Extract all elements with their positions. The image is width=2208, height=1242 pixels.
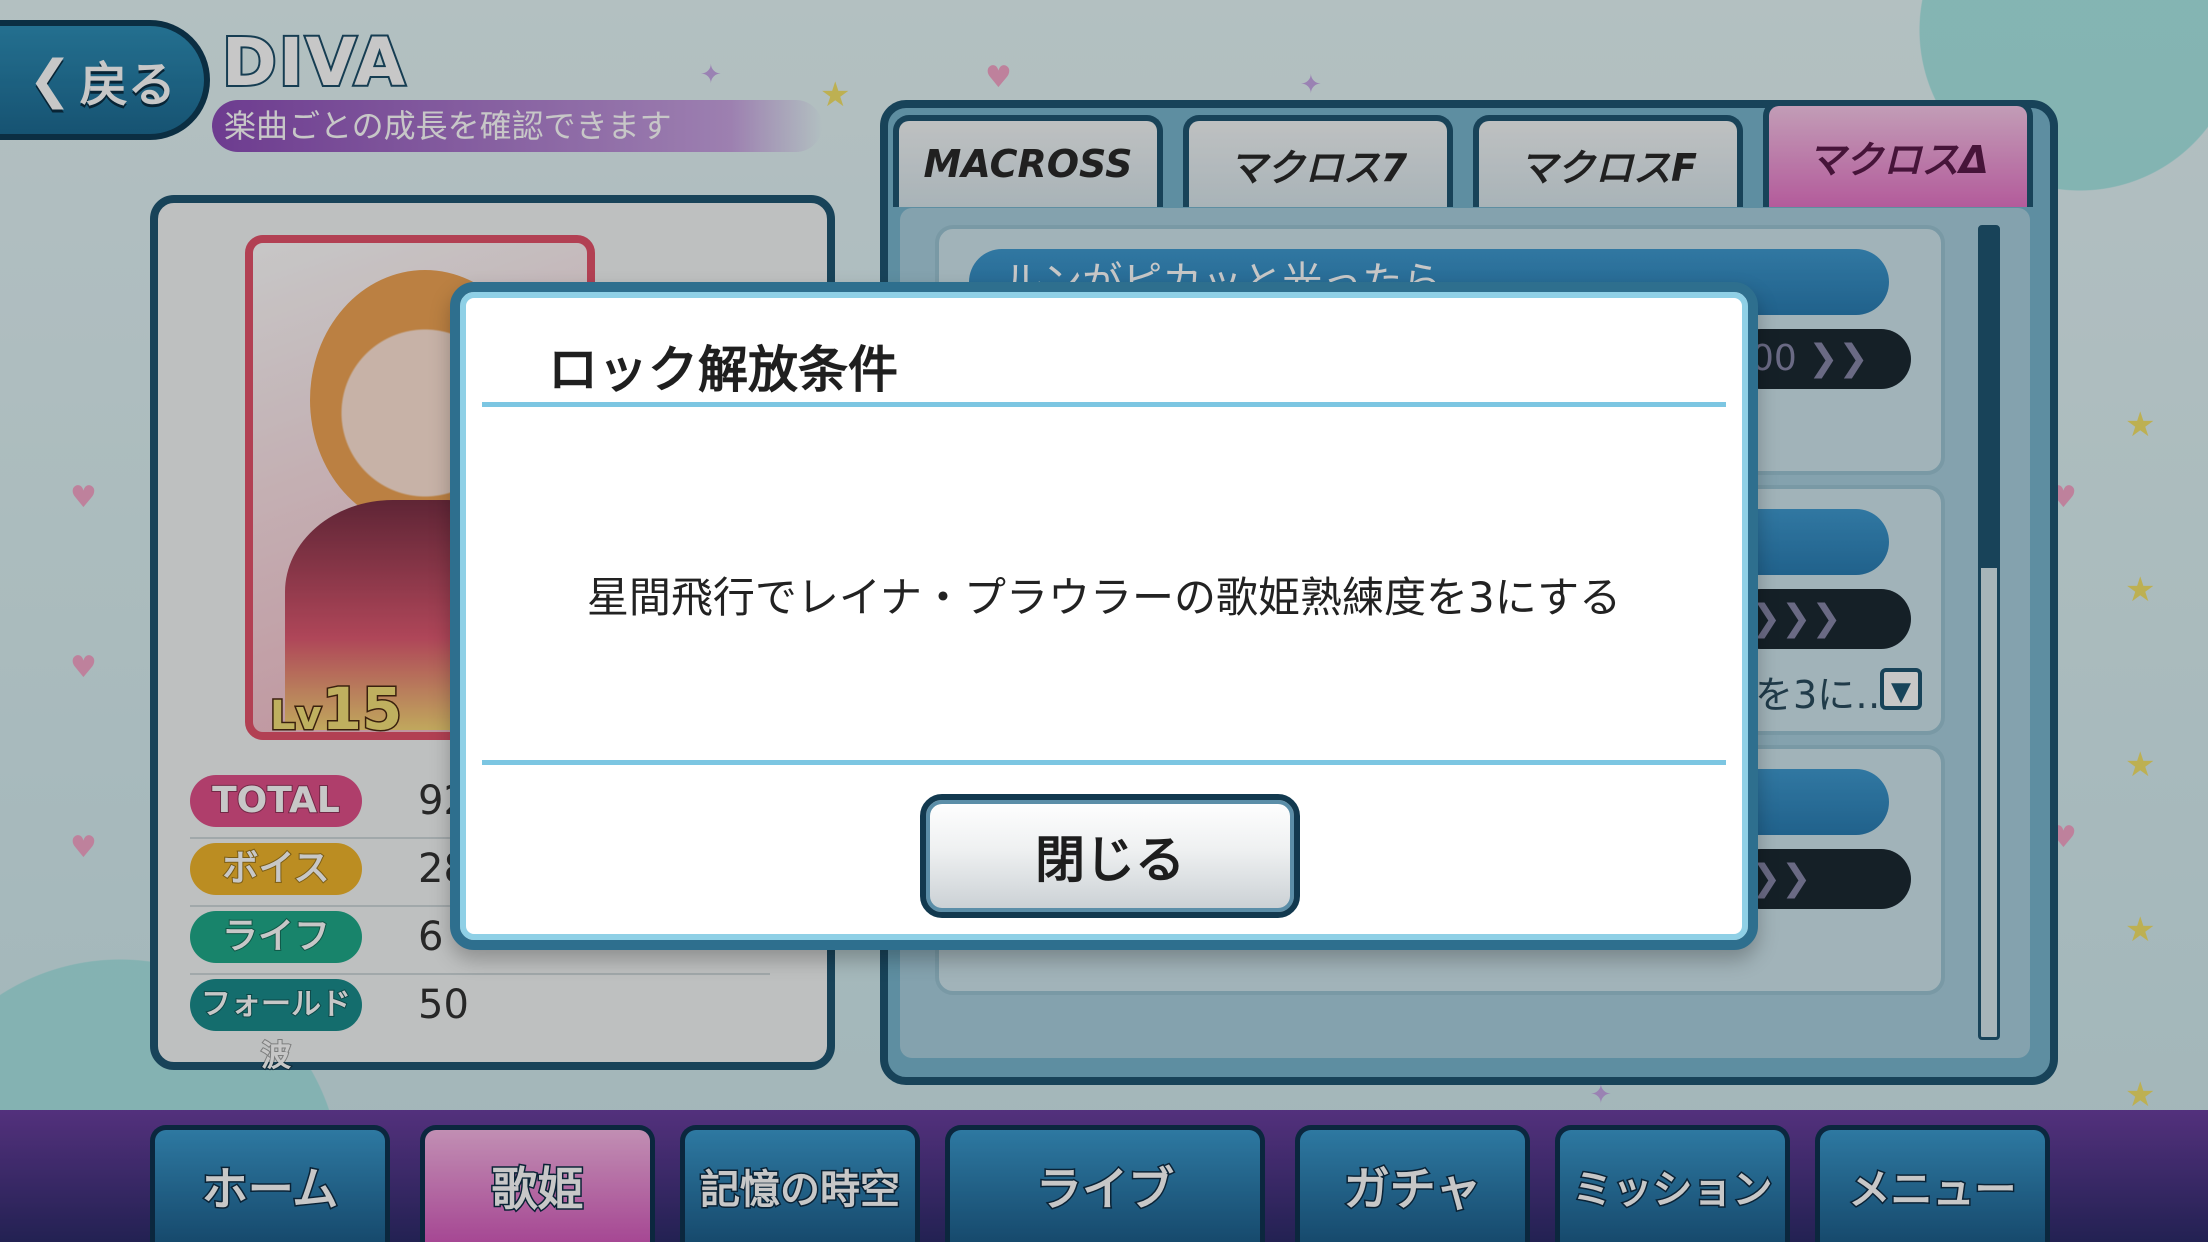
dialog-message: 星間飛行でレイナ・プラウラーの歌姫熟練度を3にする <box>586 573 1622 622</box>
dialog-title: ロック解放条件 <box>548 341 898 399</box>
unlock-condition-dialog: ロック解放条件 星間飛行でレイナ・プラウラーの歌姫熟練度を3にする 閉じる <box>450 282 1758 950</box>
divider <box>482 402 1726 407</box>
close-button[interactable]: 閉じる <box>920 794 1300 918</box>
divider <box>482 760 1726 765</box>
